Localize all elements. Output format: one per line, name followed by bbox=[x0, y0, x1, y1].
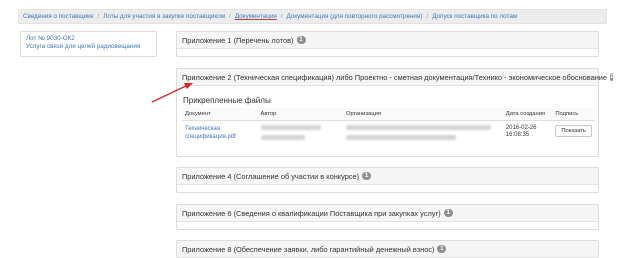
organization-cell bbox=[343, 121, 503, 150]
column-header: Автор bbox=[257, 108, 344, 121]
panel-title: Приложение 1 (Перечень лотов) bbox=[182, 35, 294, 45]
date-created: 2016-02-26 bbox=[505, 125, 537, 131]
count-badge: 1 bbox=[296, 36, 306, 44]
breadcrumb: Сведения о поставщике / Лоты для участия… bbox=[18, 9, 607, 24]
attached-files-title: Прикрепленные файлы bbox=[183, 96, 271, 105]
panel-appendix-8: Приложение 8 (Обеспечение заявки, либо г… bbox=[176, 240, 599, 258]
redacted-author bbox=[260, 135, 305, 140]
document-link-line[interactable]: Техническая bbox=[185, 125, 255, 133]
tab-lots[interactable]: Лоты для участия в закупке поставщиком bbox=[103, 13, 225, 20]
attached-files-table: Документ Автор Организация Дата создания… bbox=[182, 108, 595, 149]
breadcrumb-separator: / bbox=[280, 13, 283, 20]
column-header: Организация bbox=[343, 108, 503, 121]
count-badge: 1 bbox=[362, 172, 372, 180]
breadcrumb-separator: / bbox=[97, 13, 100, 20]
time-created: 16:08:35 bbox=[505, 132, 530, 138]
panel-title: Приложение 2 (Техническая спецификация) … bbox=[182, 72, 608, 82]
panel-appendix-4: Приложение 4 (Соглашение об участии в ко… bbox=[176, 167, 599, 193]
panel-title: Приложение 8 (Обеспечение заявки, либо г… bbox=[182, 244, 435, 254]
panel-appendix-2: Приложение 2 (Техническая спецификация) … bbox=[176, 68, 614, 157]
breadcrumb-separator: / bbox=[426, 13, 429, 20]
panel-appendix-1: Приложение 1 (Перечень лотов) 1 bbox=[176, 31, 599, 57]
count-badge: 1 bbox=[610, 73, 614, 81]
panel-appendix-6: Приложение 6 (Сведения о квалификации По… bbox=[176, 204, 599, 230]
panel-title: Приложение 4 (Соглашение об участии в ко… bbox=[182, 171, 360, 181]
tab-documentation-review[interactable]: Документация (для повторного рассмотрени… bbox=[287, 13, 423, 20]
tab-documentation[interactable]: Документация bbox=[235, 13, 277, 20]
panel-header[interactable]: Приложение 8 (Обеспечение заявки, либо г… bbox=[177, 241, 598, 258]
panel-header[interactable]: Приложение 4 (Соглашение об участии в ко… bbox=[177, 168, 598, 185]
redacted-author bbox=[260, 125, 321, 130]
column-header: Подпись bbox=[552, 108, 595, 121]
document-link[interactable]: Техническая спецификация.pdf bbox=[185, 125, 255, 141]
redacted-organization bbox=[346, 125, 492, 130]
date-cell: 2016-02-26 16:08:35 bbox=[503, 121, 553, 150]
lot-number-link[interactable]: Лот № 9030-ОК2 bbox=[26, 35, 151, 43]
tab-supplier-admission[interactable]: Допуск поставщика по лотам bbox=[432, 13, 517, 20]
lot-name-link[interactable]: Услуга связи для целей радиовещания bbox=[26, 43, 151, 51]
count-badge: 1 bbox=[443, 209, 453, 217]
panel-header[interactable]: Приложение 6 (Сведения о квалификации По… bbox=[177, 205, 598, 222]
column-header: Документ bbox=[182, 108, 258, 121]
column-header: Дата создания bbox=[502, 108, 553, 121]
lot-card: Лот № 9030-ОК2 Услуга связи для целей ра… bbox=[20, 31, 157, 57]
show-signature-button[interactable]: Показать bbox=[555, 125, 592, 137]
document-link-line[interactable]: спецификация.pdf bbox=[185, 133, 255, 141]
panel-header[interactable]: Приложение 1 (Перечень лотов) 1 bbox=[177, 32, 598, 49]
count-badge: 1 bbox=[437, 245, 447, 253]
document-cell: Техническая спецификация.pdf bbox=[182, 121, 258, 150]
tab-supplier-info[interactable]: Сведения о поставщике bbox=[23, 13, 94, 20]
breadcrumb-separator: / bbox=[229, 13, 231, 20]
panel-header[interactable]: Приложение 2 (Техническая спецификация) … bbox=[177, 69, 614, 86]
author-cell bbox=[258, 121, 344, 150]
redacted-organization bbox=[346, 135, 457, 140]
panel-title: Приложение 6 (Сведения о квалификации По… bbox=[182, 208, 441, 218]
table-row: Техническая спецификация.pdf 2016-02-26 … bbox=[182, 121, 595, 150]
signature-cell: Показать bbox=[552, 121, 595, 150]
table-header-row: Документ Автор Организация Дата создания… bbox=[182, 108, 595, 121]
